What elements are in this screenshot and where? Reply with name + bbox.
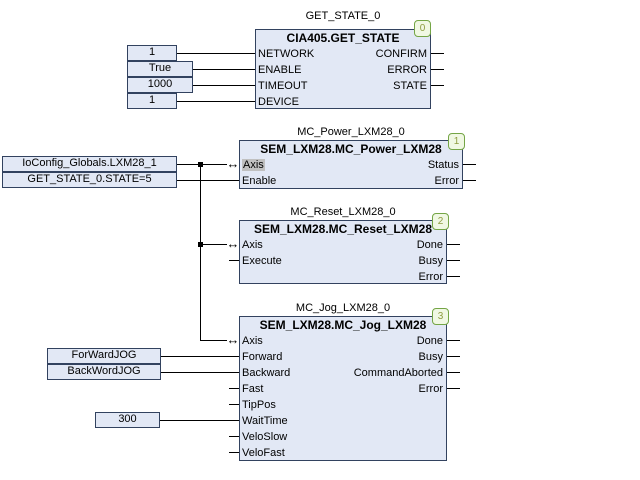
fbd-editor-canvas[interactable]: 1 True 1000 1 IoConfig_Globals.LXM28_1 G…	[0, 0, 640, 480]
wire-stub-error3	[447, 388, 460, 389]
pin-state[interactable]: STATE	[393, 78, 427, 94]
wire-stub-fast	[229, 388, 239, 389]
inout-arrow-icon: ↔	[226, 156, 240, 172]
pin-device[interactable]: DEVICE	[258, 94, 299, 110]
pin-confirm[interactable]: CONFIRM	[376, 46, 427, 62]
operand-backward-var[interactable]: BackWordJOG	[47, 364, 161, 380]
block-instance-name[interactable]: MC_Power_LXM28_0	[239, 125, 463, 139]
operand-device[interactable]: 1	[127, 93, 177, 109]
execution-order-badge: 1	[448, 133, 465, 150]
function-block-get-state[interactable]: CIA405.GET_STATE NETWORK ENABLE TIMEOUT …	[255, 29, 431, 109]
operand-network[interactable]: 1	[127, 45, 177, 61]
wire-stub-error0	[431, 69, 444, 70]
wire-enable	[192, 69, 255, 70]
wire-network	[176, 53, 255, 54]
block-type-label: CIA405.GET_STATE	[256, 30, 430, 46]
pin-status[interactable]: Status	[428, 157, 459, 173]
function-block-mc-reset[interactable]: SEM_LXM28.MC_Reset_LXM28 Axis Execute Do…	[239, 220, 447, 284]
block-type-label: SEM_LXM28.MC_Reset_LXM28	[240, 221, 446, 237]
block-instance-name[interactable]: MC_Reset_LXM28_0	[239, 205, 447, 219]
pin-busy[interactable]: Busy	[419, 349, 443, 365]
wire-stub-confirm	[431, 53, 444, 54]
pin-enable[interactable]: Enable	[242, 173, 276, 189]
wire-axis-reset	[200, 244, 227, 245]
wire-forward	[160, 356, 239, 357]
block-instance-name[interactable]: GET_STATE_0	[255, 9, 431, 23]
wire-stub-status	[463, 164, 476, 165]
wire-stub-veloslow	[229, 436, 239, 437]
pin-axis[interactable]: Axis	[242, 333, 263, 349]
wire-stub-tippos	[229, 404, 239, 405]
wire-junction	[198, 162, 203, 167]
operand-timeout[interactable]: 1000	[127, 77, 193, 93]
selected-pin-highlight: Axis	[242, 159, 265, 171]
pin-execute[interactable]: Execute	[242, 253, 282, 269]
block-type-label: SEM_LXM28.MC_Power_LXM28	[240, 141, 462, 157]
pin-axis[interactable]: Axis	[242, 237, 263, 253]
pin-veloslow[interactable]: VeloSlow	[242, 429, 287, 445]
wire-junction	[198, 242, 203, 247]
pin-error[interactable]: ERROR	[387, 62, 427, 78]
operand-forward-var[interactable]: ForWardJOG	[47, 348, 161, 364]
wire-axis-vertical	[200, 164, 201, 341]
pin-velofast[interactable]: VeloFast	[242, 445, 285, 461]
execution-order-badge: 2	[432, 213, 449, 230]
pin-error[interactable]: Error	[435, 173, 459, 189]
wire-stub-error2	[447, 276, 460, 277]
wire-stub-velofast	[229, 452, 239, 453]
pin-timeout[interactable]: TIMEOUT	[258, 78, 308, 94]
wire-device	[176, 101, 255, 102]
operand-axis-reference[interactable]: IoConfig_Globals.LXM28_1	[2, 156, 177, 172]
operand-enable-condition[interactable]: GET_STATE_0.STATE=5	[2, 172, 177, 188]
wire-timeout	[192, 85, 255, 86]
pin-done[interactable]: Done	[417, 237, 443, 253]
wire-stub-state	[431, 85, 444, 86]
function-block-mc-power[interactable]: SEM_LXM28.MC_Power_LXM28 Axis Enable Sta…	[239, 140, 463, 189]
pin-commandaborted[interactable]: CommandAborted	[354, 365, 443, 381]
wire-backward	[160, 372, 239, 373]
pin-fast[interactable]: Fast	[242, 381, 263, 397]
wire-stub-busy2	[447, 260, 460, 261]
wire-stub-error1	[463, 180, 476, 181]
function-block-mc-jog[interactable]: SEM_LXM28.MC_Jog_LXM28 Axis Forward Back…	[239, 316, 447, 461]
pin-busy[interactable]: Busy	[419, 253, 443, 269]
wire-stub-execute	[229, 260, 239, 261]
pin-forward[interactable]: Forward	[242, 349, 282, 365]
execution-order-badge: 0	[414, 20, 431, 37]
operand-enable[interactable]: True	[127, 61, 193, 77]
pin-tippos[interactable]: TipPos	[242, 397, 276, 413]
inout-arrow-icon: ↔	[226, 236, 240, 252]
execution-order-badge: 3	[432, 308, 449, 325]
pin-network[interactable]: NETWORK	[258, 46, 314, 62]
pin-error[interactable]: Error	[419, 269, 443, 285]
pin-axis-selected[interactable]: Axis	[242, 157, 265, 173]
block-instance-name[interactable]: MC_Jog_LXM28_0	[239, 301, 447, 315]
wire-axis-jog	[200, 340, 227, 341]
pin-done[interactable]: Done	[417, 333, 443, 349]
pin-error[interactable]: Error	[419, 381, 443, 397]
wire-stub-done2	[447, 244, 460, 245]
pin-enable[interactable]: ENABLE	[258, 62, 301, 78]
wire-stub-busy3	[447, 356, 460, 357]
wire-stub-done3	[447, 340, 460, 341]
pin-waittime[interactable]: WaitTime	[242, 413, 288, 429]
block-type-label: SEM_LXM28.MC_Jog_LXM28	[240, 317, 446, 333]
pin-backward[interactable]: Backward	[242, 365, 290, 381]
wire-stub-commandaborted	[447, 372, 460, 373]
operand-waittime-value[interactable]: 300	[95, 412, 160, 428]
wire-enable-power	[176, 180, 239, 181]
inout-arrow-icon: ↔	[226, 332, 240, 348]
wire-waittime	[159, 420, 239, 421]
